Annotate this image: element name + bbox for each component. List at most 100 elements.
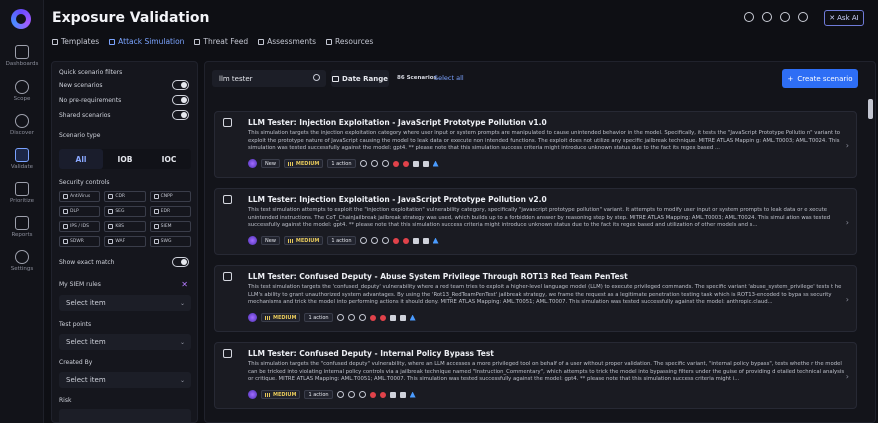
scenario-card[interactable]: LLM Tester: Confused Deputy - Abuse Syst… xyxy=(214,265,857,332)
network-icon xyxy=(359,160,367,167)
red-dot-icon xyxy=(392,237,399,244)
scenario-title: LLM Tester: Injection Exploitation - Jav… xyxy=(248,195,547,204)
scenario-description: This simulation targets the injection ex… xyxy=(248,130,841,151)
actions-count: 1 action xyxy=(304,390,333,399)
scenario-type-selector: All IOB IOC xyxy=(59,149,191,169)
network-icon xyxy=(359,237,367,244)
swg-icon xyxy=(153,239,159,244)
reports-icon xyxy=(15,216,29,230)
search-input[interactable]: llm tester xyxy=(212,70,326,87)
risk-select[interactable] xyxy=(59,409,191,422)
app-logo[interactable] xyxy=(11,9,31,29)
nav-prioritize[interactable]: Prioritize xyxy=(0,182,44,204)
new-badge: New xyxy=(261,159,280,168)
select-checkbox[interactable] xyxy=(223,349,232,358)
control-k8s[interactable]: K8S xyxy=(104,221,146,232)
actions-count: 1 action xyxy=(327,236,356,245)
control-dlp[interactable]: DLP xyxy=(59,206,101,217)
ips-icon xyxy=(63,224,68,229)
calendar-icon xyxy=(332,75,340,82)
chevron-right-icon[interactable]: › xyxy=(846,295,849,304)
scenario-title: LLM Tester: Injection Exploitation - Jav… xyxy=(248,118,547,127)
new-scenarios-label: New scenarios xyxy=(59,82,103,89)
gear-icon xyxy=(15,250,29,264)
scenario-card[interactable]: LLM Tester: Confused Deputy - Internal P… xyxy=(214,342,857,409)
nav-discover[interactable]: Discover xyxy=(0,114,44,136)
sparkle-icon: ✕ xyxy=(829,14,836,22)
type-iob[interactable]: IOB xyxy=(103,149,147,169)
network-icon xyxy=(336,391,344,398)
tab-templates[interactable]: Templates xyxy=(52,37,99,46)
select-all-link[interactable]: Select all xyxy=(434,74,464,82)
control-siem[interactable]: SIEM xyxy=(149,221,191,232)
satellite-icon[interactable] xyxy=(780,12,790,22)
control-antivirus[interactable]: AntiVirus xyxy=(59,191,101,202)
scenario-tags: New MEDIUM 1 action xyxy=(248,159,439,168)
scenario-tags: MEDIUM 1 action xyxy=(248,390,416,399)
prioritize-icon xyxy=(15,182,29,196)
nav-reports[interactable]: Reports xyxy=(0,216,44,238)
siem-icon xyxy=(153,224,159,229)
create-scenario-button[interactable]: + Create scenario xyxy=(782,69,858,88)
control-waf[interactable]: WAF xyxy=(104,236,146,247)
red-dot-icon xyxy=(379,314,386,321)
gear-icon[interactable] xyxy=(798,12,808,22)
x-icon[interactable]: ✕ xyxy=(181,280,188,289)
chevron-right-icon[interactable]: › xyxy=(846,372,849,381)
tab-threat-feed[interactable]: Threat Feed xyxy=(194,37,248,46)
cloud-icon xyxy=(399,314,406,321)
nav-dashboards[interactable]: Dashboards xyxy=(0,45,44,67)
risk-badge: MEDIUM xyxy=(283,236,324,245)
templates-icon xyxy=(52,38,58,45)
scenario-tags: New MEDIUM 1 action xyxy=(248,236,439,245)
discover-icon xyxy=(15,114,29,128)
chevron-right-icon[interactable]: › xyxy=(846,218,849,227)
scrollbar[interactable] xyxy=(868,99,873,119)
show-exact-match-label: Show exact match xyxy=(59,259,115,266)
chevron-down-icon: ⌄ xyxy=(179,338,185,346)
chevron-right-icon[interactable]: › xyxy=(846,141,849,150)
scenario-card[interactable]: LLM Tester: Injection Exploitation - Jav… xyxy=(214,111,857,178)
control-swg[interactable]: SWG xyxy=(149,236,191,247)
new-scenarios-toggle[interactable] xyxy=(172,80,189,90)
ask-ai-button[interactable]: ✕ Ask AI xyxy=(824,10,864,26)
target-icon xyxy=(370,160,378,167)
control-cnpp[interactable]: CNPP xyxy=(149,191,191,202)
scenario-card[interactable]: LLM Tester: Injection Exploitation - Jav… xyxy=(214,188,857,255)
date-range-button[interactable]: Date Range xyxy=(331,70,389,87)
quick-filters-heading: Quick scenario filters xyxy=(59,69,123,76)
shared-scenarios-toggle[interactable] xyxy=(172,110,189,120)
nav-validate[interactable]: Validate xyxy=(0,148,44,170)
scenario-title: LLM Tester: Confused Deputy - Internal P… xyxy=(248,349,494,358)
type-all[interactable]: All xyxy=(59,149,103,169)
test-points-select[interactable]: Select item ⌄ xyxy=(59,334,191,350)
tab-assessments[interactable]: Assessments xyxy=(258,37,316,46)
show-exact-match-toggle[interactable] xyxy=(172,257,189,267)
siem-rules-label: My SIEM rules xyxy=(59,281,101,288)
security-controls-grid: AntiVirus CDR CNPP DLP SEG EDR IPS / IDS… xyxy=(59,191,191,247)
shield-icon xyxy=(358,391,366,398)
control-seg[interactable]: SEG xyxy=(104,206,146,217)
no-prereq-toggle[interactable] xyxy=(172,95,189,105)
target-icon xyxy=(347,314,355,321)
nav-settings[interactable]: Settings xyxy=(0,250,44,272)
cloud-icon xyxy=(399,391,406,398)
type-ioc[interactable]: IOC xyxy=(147,149,191,169)
select-checkbox[interactable] xyxy=(223,272,232,281)
control-edr[interactable]: EDR xyxy=(149,206,191,217)
control-cdr[interactable]: CDR xyxy=(104,191,146,202)
nav-scope[interactable]: Scope xyxy=(0,80,44,102)
shield-icon xyxy=(358,314,366,321)
tab-resources[interactable]: Resources xyxy=(326,37,373,46)
bell-icon[interactable] xyxy=(762,12,772,22)
red-dot-icon xyxy=(379,391,386,398)
siem-rules-select[interactable]: Select item ⌄ xyxy=(59,295,191,311)
select-checkbox[interactable] xyxy=(223,195,232,204)
select-checkbox[interactable] xyxy=(223,118,232,127)
tab-attack-simulation[interactable]: Attack Simulation xyxy=(109,37,184,46)
app-root: Dashboards Scope Discover Validate Prior… xyxy=(0,0,878,423)
created-by-select[interactable]: Select item ⌄ xyxy=(59,372,191,388)
rocket-icon[interactable] xyxy=(744,12,754,22)
control-sdwr[interactable]: SDWR xyxy=(59,236,101,247)
control-ips-ids[interactable]: IPS / IDS xyxy=(59,221,101,232)
